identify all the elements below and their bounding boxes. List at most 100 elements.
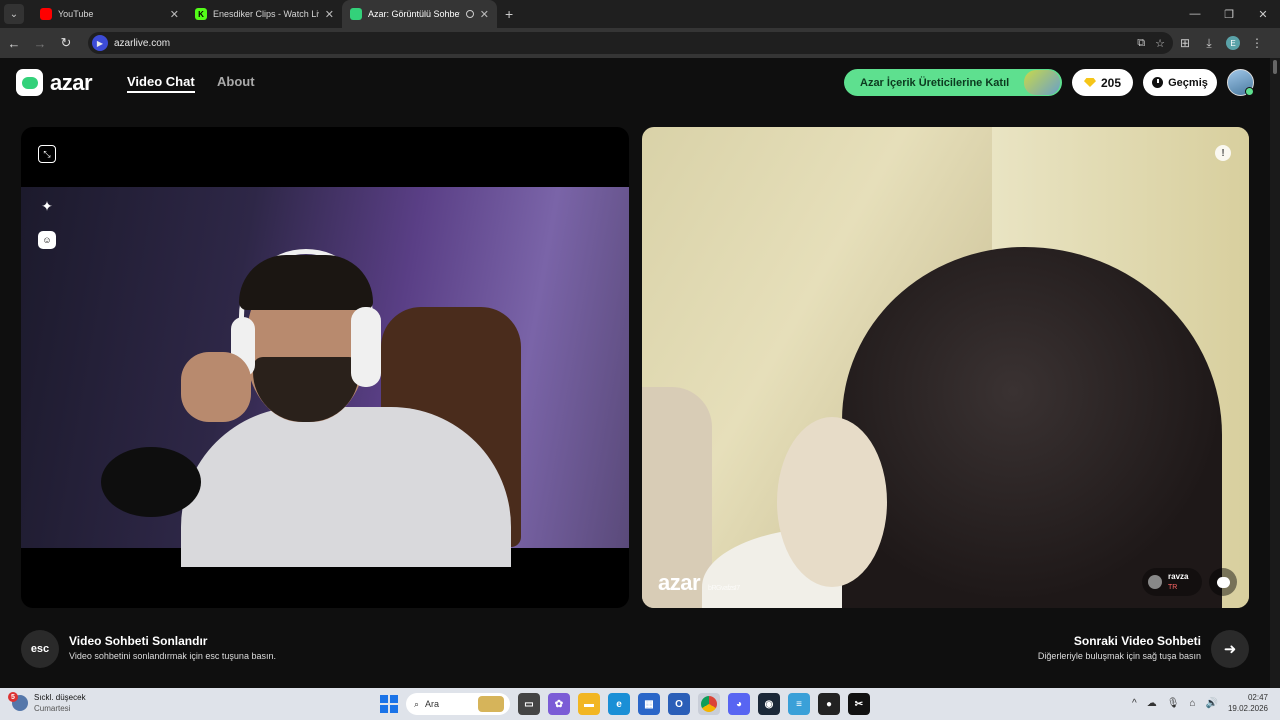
weather-title: Sıckl. düşecek [34, 693, 86, 702]
microphone-icon[interactable]: 🎙 [1167, 698, 1180, 709]
site-info-icon[interactable]: ▶ [92, 35, 108, 51]
tab-youtube[interactable]: YouTube ✕ [32, 0, 187, 28]
azar-logo-icon [16, 69, 43, 96]
site-header: azar Video Chat About Azar İçerik Üretic… [0, 58, 1270, 108]
peer-name: ravza [1168, 571, 1189, 581]
local-camera-feed [21, 187, 629, 567]
minimize-icon[interactable]: — [1178, 0, 1212, 28]
weather-icon: 5 [8, 692, 28, 711]
taskbar-apps: ⌕ Ara ▭ ✿ ▬ e ▦ O ◕ ◉ ≡ ● ✂ [380, 693, 870, 715]
next-chat-button[interactable]: ➜ [1211, 630, 1249, 668]
search-highlight-image [478, 696, 504, 712]
weather-badge: 5 [8, 692, 18, 702]
network-icon[interactable]: ⌂ [1189, 698, 1195, 709]
close-tab-icon[interactable]: ✕ [325, 8, 334, 21]
file-explorer-icon[interactable]: ▬ [578, 693, 600, 715]
end-chat-button[interactable]: esc [21, 630, 59, 668]
menu-icon[interactable]: ⋮ [1245, 31, 1269, 55]
tab-title: Azar: Görüntülü Sohbet & Y [368, 9, 460, 19]
join-creators-button[interactable]: Azar İçerik Üreticilerine Katıl [844, 69, 1062, 96]
tray-chevron-icon[interactable]: ^ [1132, 698, 1137, 709]
azar-logo[interactable]: azar [16, 69, 93, 96]
watermark-logo: azar [658, 570, 701, 595]
nav-video-chat[interactable]: Video Chat [127, 74, 195, 93]
volume-icon[interactable]: 🔊 [1206, 698, 1218, 709]
obs-icon[interactable]: ● [818, 693, 840, 715]
bookmark-star-icon[interactable]: ☆ [1155, 37, 1165, 50]
extensions-icon[interactable]: ⊞ [1173, 31, 1197, 55]
gem-icon [1083, 78, 1096, 87]
peer-profile-chip[interactable]: ravza TR [1142, 568, 1202, 596]
capcut-icon[interactable]: ✂ [848, 693, 870, 715]
recording-icon [465, 10, 474, 18]
tab-title: YouTube [58, 9, 94, 19]
face-filter-icon[interactable]: ☺ [38, 231, 56, 249]
url-field[interactable]: ▶ azarlive.com ⧉ ☆ [88, 32, 1173, 54]
restore-icon[interactable]: ❐ [1212, 0, 1246, 28]
taskbar-clock[interactable]: 02:47 19.02.2026 [1228, 692, 1268, 714]
azar-favicon-icon [350, 8, 362, 20]
report-icon[interactable]: ! [1215, 145, 1231, 161]
clock-time: 02:47 [1247, 693, 1268, 702]
copilot-icon[interactable]: ✿ [548, 693, 570, 715]
arrow-right-icon: ➜ [1223, 641, 1237, 658]
page-scrollbar[interactable] [1270, 58, 1280, 688]
user-avatar[interactable] [1227, 69, 1254, 96]
tab-title: Enesdiker Clips - Watch Live on [213, 9, 319, 19]
chrome-icon[interactable] [698, 693, 720, 715]
steam-icon[interactable]: ◉ [758, 693, 780, 715]
close-tab-icon[interactable]: ✕ [480, 8, 489, 21]
end-chat-title: Video Sohbeti Sonlandır [69, 634, 208, 648]
notes-icon[interactable]: ≡ [788, 693, 810, 715]
logo-text: azar [50, 69, 93, 95]
close-tab-icon[interactable]: ✕ [170, 8, 179, 21]
download-icon[interactable]: ⤓ [1197, 31, 1221, 55]
search-placeholder: Ara [425, 699, 440, 709]
minimize-video-icon[interactable]: ⤡ [38, 145, 56, 163]
history-button[interactable]: Geçmiş [1143, 69, 1217, 96]
gem-count: 205 [1100, 75, 1122, 90]
effects-wand-icon[interactable]: ✦ [38, 197, 56, 215]
cast-icon[interactable]: ⧉ [1137, 37, 1145, 50]
url-text: azarlive.com [114, 37, 171, 49]
tab-search-button[interactable]: ⌄ [4, 4, 24, 24]
edge-icon[interactable]: e [608, 693, 630, 715]
forward-icon[interactable]: → [28, 31, 52, 55]
weather-widget[interactable]: 5 Sıckl. düşecek Cumartesi [8, 692, 86, 714]
cloud-icon[interactable]: ☁ [1147, 698, 1157, 709]
system-tray: ^ ☁ 🎙 ⌂ 🔊 02:47 19.02.2026 [1132, 692, 1268, 714]
next-chat-hint: Diğerleriyle buluşmak için sağ tuşa bası… [1037, 651, 1201, 661]
clock-icon [1152, 77, 1164, 88]
reload-icon[interactable]: ↻ [54, 31, 78, 55]
outlook-icon[interactable]: O [668, 693, 690, 715]
start-icon[interactable] [380, 695, 398, 713]
store-icon[interactable]: ▦ [638, 693, 660, 715]
back-icon[interactable]: ← [2, 31, 26, 55]
nav-about[interactable]: About [217, 74, 255, 89]
watermark-id: bRGvafzsI7 [708, 585, 740, 592]
creator-promo-image [1024, 70, 1060, 95]
azar-page: azar Video Chat About Azar İçerik Üretic… [0, 58, 1280, 688]
azar-watermark: azar bRGvafzsI7 [658, 570, 740, 596]
tab-enesdiker-clips[interactable]: K Enesdiker Clips - Watch Live on ✕ [187, 0, 342, 28]
task-view-icon[interactable]: ▭ [518, 693, 540, 715]
join-creators-label: Azar İçerik Üreticilerine Katıl [860, 76, 1010, 89]
discord-icon[interactable]: ◕ [728, 693, 750, 715]
tab-azar[interactable]: Azar: Görüntülü Sohbet & Y ✕ [342, 0, 497, 28]
browser-tab-bar: ⌄ YouTube ✕ K Enesdiker Clips - Watch Li… [0, 0, 1280, 28]
chat-button[interactable] [1209, 568, 1237, 596]
peer-country: TR [1168, 583, 1178, 591]
windows-taskbar: 5 Sıckl. düşecek Cumartesi ⌕ Ara ▭ ✿ ▬ e… [0, 688, 1280, 720]
online-status-icon [1245, 87, 1254, 96]
remote-video-panel: ! azar bRGvafzsI7 ravza TR [642, 127, 1249, 608]
taskbar-search[interactable]: ⌕ Ara [406, 693, 510, 715]
youtube-favicon-icon [40, 8, 52, 20]
gems-button[interactable]: 205 [1072, 69, 1133, 96]
close-window-icon[interactable]: ✕ [1246, 0, 1280, 28]
window-controls: — ❐ ✕ [1178, 0, 1280, 28]
profile-avatar[interactable]: E [1221, 31, 1245, 55]
clock-date: 19.02.2026 [1227, 704, 1268, 713]
local-video-panel: ⤡ ✦ ☺ [21, 127, 629, 608]
kick-favicon-icon: K [195, 8, 207, 20]
new-tab-button[interactable]: + [505, 6, 513, 22]
